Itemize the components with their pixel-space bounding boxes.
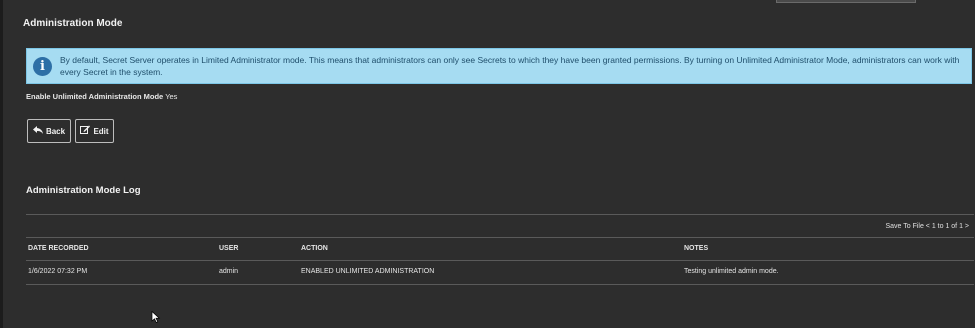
log-title: Administration Mode Log: [26, 185, 141, 196]
table-header-border: [26, 260, 974, 261]
top-field-edge: [776, 0, 916, 3]
table-bottom-border: [26, 284, 974, 285]
back-button[interactable]: Back: [27, 119, 71, 143]
edit-button-label: Edit: [93, 126, 109, 136]
setting-label: Enable Unlimited Administration Mode: [26, 92, 164, 101]
back-arrow-icon: [32, 125, 43, 137]
column-header-date[interactable]: DATE RECORDED: [28, 245, 89, 252]
table-top-border: [26, 237, 974, 238]
cell-action: ENABLED UNLIMITED ADMINISTRATION: [301, 268, 435, 275]
info-alert: i By default, Secret Server operates in …: [26, 48, 972, 84]
column-header-user[interactable]: USER: [219, 245, 238, 252]
page: Administration Mode i By default, Secret…: [0, 0, 975, 328]
cell-notes: Testing unlimited admin mode.: [684, 268, 779, 275]
info-alert-text: By default, Secret Server operates in Li…: [60, 55, 960, 77]
info-circle-icon: i: [33, 56, 52, 76]
log-divider: [26, 214, 974, 215]
unlimited-mode-setting: Enable Unlimited Administration Mode Yes: [26, 92, 177, 101]
page-title: Administration Mode: [23, 18, 123, 29]
pager[interactable]: Save To File < 1 to 1 of 1 >: [885, 223, 969, 230]
back-button-label: Back: [45, 126, 66, 136]
cell-date: 1/6/2022 07:32 PM: [28, 268, 88, 275]
setting-value: Yes: [165, 92, 178, 101]
edit-icon: [80, 125, 91, 137]
edit-button[interactable]: Edit: [75, 119, 114, 143]
column-header-action[interactable]: ACTION: [301, 245, 328, 252]
mouse-cursor-icon: [151, 310, 161, 323]
column-header-notes[interactable]: NOTES: [684, 245, 708, 252]
cell-user: admin: [219, 268, 239, 275]
